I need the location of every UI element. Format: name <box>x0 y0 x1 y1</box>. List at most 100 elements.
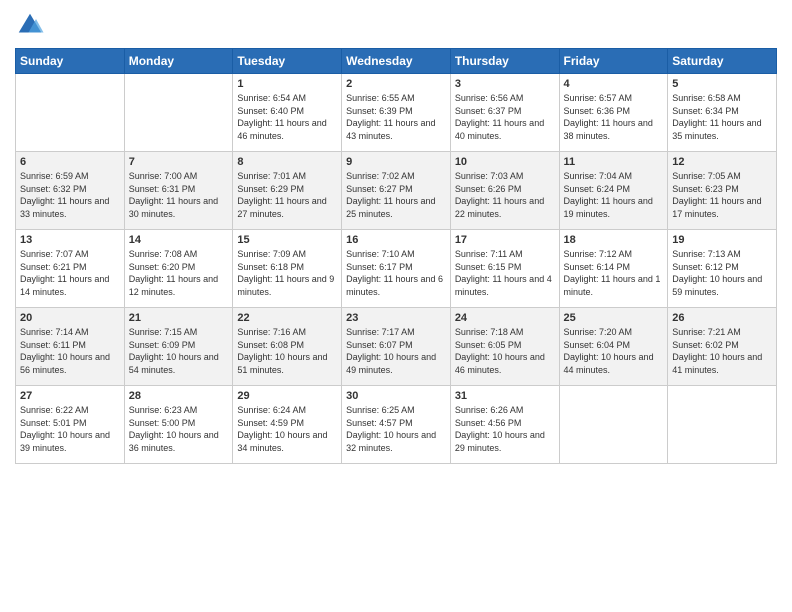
calendar-cell <box>559 386 668 464</box>
day-number: 18 <box>564 234 664 246</box>
calendar-week-row: 20 Sunrise: 7:14 AMSunset: 6:11 PMDayligh… <box>16 308 777 386</box>
calendar-cell: 16 Sunrise: 7:10 AMSunset: 6:17 PMDayligh… <box>342 230 451 308</box>
cell-content: Sunrise: 6:57 AMSunset: 6:36 PMDaylight:… <box>564 92 664 142</box>
day-number: 7 <box>129 156 229 168</box>
calendar-cell: 26Sunrise: 7:21 AMSunset: 6:02 PMDayligh… <box>668 308 777 386</box>
cell-content: Sunrise: 7:17 AMSunset: 6:07 PMDaylight:… <box>346 326 446 376</box>
day-number: 28 <box>129 390 229 402</box>
day-number: 20 <box>20 312 120 324</box>
weekday-header: Monday <box>124 49 233 74</box>
calendar-cell: 9 Sunrise: 7:02 AMSunset: 6:27 PMDaylight… <box>342 152 451 230</box>
cell-content: Sunrise: 6:54 AMSunset: 6:40 PMDaylight:… <box>237 92 337 142</box>
calendar-cell: 31 Sunrise: 6:26 AMSunset: 4:56 PMDayligh… <box>450 386 559 464</box>
cell-content: Sunrise: 7:10 AMSunset: 6:17 PMDaylight:… <box>346 248 446 298</box>
calendar-cell: 18 Sunrise: 7:12 AMSunset: 6:14 PMDayligh… <box>559 230 668 308</box>
cell-content: Sunrise: 7:12 AMSunset: 6:14 PMDaylight:… <box>564 248 664 298</box>
cell-content: Sunrise: 7:15 AMSunset: 6:09 PMDaylight:… <box>129 326 229 376</box>
day-number: 9 <box>346 156 446 168</box>
day-number: 29 <box>237 390 337 402</box>
cell-content: Sunrise: 7:16 AMSunset: 6:08 PMDaylight:… <box>237 326 337 376</box>
weekday-header-row: SundayMondayTuesdayWednesdayThursdayFrid… <box>16 49 777 74</box>
weekday-header: Saturday <box>668 49 777 74</box>
day-number: 16 <box>346 234 446 246</box>
cell-content: Sunrise: 6:24 AMSunset: 4:59 PMDaylight:… <box>237 404 337 454</box>
day-number: 14 <box>129 234 229 246</box>
day-number: 15 <box>237 234 337 246</box>
day-number: 30 <box>346 390 446 402</box>
day-number: 12 <box>672 156 772 168</box>
cell-content: Sunrise: 7:08 AMSunset: 6:20 PMDaylight:… <box>129 248 229 298</box>
calendar-cell: 22 Sunrise: 7:16 AMSunset: 6:08 PMDayligh… <box>233 308 342 386</box>
weekday-header: Friday <box>559 49 668 74</box>
logo <box>15 10 49 40</box>
cell-content: Sunrise: 7:04 AMSunset: 6:24 PMDaylight:… <box>564 170 664 220</box>
calendar-cell: 24Sunrise: 7:18 AMSunset: 6:05 PMDayligh… <box>450 308 559 386</box>
calendar-cell: 2Sunrise: 6:55 AMSunset: 6:39 PMDaylight… <box>342 74 451 152</box>
day-number: 10 <box>455 156 555 168</box>
page: SundayMondayTuesdayWednesdayThursdayFrid… <box>0 0 792 612</box>
cell-content: Sunrise: 6:26 AMSunset: 4:56 PMDaylight:… <box>455 404 555 454</box>
day-number: 31 <box>455 390 555 402</box>
calendar-cell: 29 Sunrise: 6:24 AMSunset: 4:59 PMDayligh… <box>233 386 342 464</box>
calendar: SundayMondayTuesdayWednesdayThursdayFrid… <box>15 48 777 464</box>
calendar-cell: 10Sunrise: 7:03 AMSunset: 6:26 PMDayligh… <box>450 152 559 230</box>
calendar-cell: 3 Sunrise: 6:56 AMSunset: 6:37 PMDaylight… <box>450 74 559 152</box>
calendar-cell: 30 Sunrise: 6:25 AMSunset: 4:57 PMDayligh… <box>342 386 451 464</box>
day-number: 22 <box>237 312 337 324</box>
day-number: 25 <box>564 312 664 324</box>
calendar-cell: 1 Sunrise: 6:54 AMSunset: 6:40 PMDaylight… <box>233 74 342 152</box>
day-number: 23 <box>346 312 446 324</box>
calendar-cell: 28Sunrise: 6:23 AMSunset: 5:00 PMDayligh… <box>124 386 233 464</box>
day-number: 6 <box>20 156 120 168</box>
cell-content: Sunrise: 7:13 AMSunset: 6:12 PMDaylight:… <box>672 248 772 298</box>
calendar-cell: 11 Sunrise: 7:04 AMSunset: 6:24 PMDayligh… <box>559 152 668 230</box>
calendar-cell <box>124 74 233 152</box>
day-number: 3 <box>455 78 555 90</box>
calendar-cell: 19 Sunrise: 7:13 AMSunset: 6:12 PMDayligh… <box>668 230 777 308</box>
day-number: 27 <box>20 390 120 402</box>
calendar-cell: 5Sunrise: 6:58 AMSunset: 6:34 PMDaylight… <box>668 74 777 152</box>
cell-content: Sunrise: 7:07 AMSunset: 6:21 PMDaylight:… <box>20 248 120 298</box>
calendar-cell: 27 Sunrise: 6:22 AMSunset: 5:01 PMDayligh… <box>16 386 125 464</box>
day-number: 11 <box>564 156 664 168</box>
day-number: 1 <box>237 78 337 90</box>
day-number: 21 <box>129 312 229 324</box>
day-number: 8 <box>237 156 337 168</box>
day-number: 19 <box>672 234 772 246</box>
calendar-cell: 6 Sunrise: 6:59 AMSunset: 6:32 PMDaylight… <box>16 152 125 230</box>
cell-content: Sunrise: 7:11 AMSunset: 6:15 PMDaylight:… <box>455 248 555 298</box>
weekday-header: Sunday <box>16 49 125 74</box>
cell-content: Sunrise: 7:05 AMSunset: 6:23 PMDaylight:… <box>672 170 772 220</box>
calendar-cell <box>16 74 125 152</box>
logo-icon <box>15 10 45 40</box>
calendar-cell <box>668 386 777 464</box>
cell-content: Sunrise: 6:59 AMSunset: 6:32 PMDaylight:… <box>20 170 120 220</box>
calendar-cell: 17 Sunrise: 7:11 AMSunset: 6:15 PMDayligh… <box>450 230 559 308</box>
day-number: 4 <box>564 78 664 90</box>
calendar-week-row: 1 Sunrise: 6:54 AMSunset: 6:40 PMDaylight… <box>16 74 777 152</box>
calendar-cell: 13 Sunrise: 7:07 AMSunset: 6:21 PMDayligh… <box>16 230 125 308</box>
calendar-cell: 21 Sunrise: 7:15 AMSunset: 6:09 PMDayligh… <box>124 308 233 386</box>
cell-content: Sunrise: 6:22 AMSunset: 5:01 PMDaylight:… <box>20 404 120 454</box>
calendar-cell: 14 Sunrise: 7:08 AMSunset: 6:20 PMDayligh… <box>124 230 233 308</box>
cell-content: Sunrise: 6:58 AMSunset: 6:34 PMDaylight:… <box>672 92 772 142</box>
header <box>15 10 777 40</box>
cell-content: Sunrise: 7:09 AMSunset: 6:18 PMDaylight:… <box>237 248 337 298</box>
calendar-week-row: 27 Sunrise: 6:22 AMSunset: 5:01 PMDayligh… <box>16 386 777 464</box>
cell-content: Sunrise: 7:02 AMSunset: 6:27 PMDaylight:… <box>346 170 446 220</box>
cell-content: Sunrise: 7:21 AMSunset: 6:02 PMDaylight:… <box>672 326 772 376</box>
cell-content: Sunrise: 7:14 AMSunset: 6:11 PMDaylight:… <box>20 326 120 376</box>
cell-content: Sunrise: 6:56 AMSunset: 6:37 PMDaylight:… <box>455 92 555 142</box>
calendar-cell: 12 Sunrise: 7:05 AMSunset: 6:23 PMDayligh… <box>668 152 777 230</box>
weekday-header: Wednesday <box>342 49 451 74</box>
cell-content: Sunrise: 6:55 AMSunset: 6:39 PMDaylight:… <box>346 92 446 142</box>
calendar-cell: 25 Sunrise: 7:20 AMSunset: 6:04 PMDayligh… <box>559 308 668 386</box>
calendar-cell: 20 Sunrise: 7:14 AMSunset: 6:11 PMDayligh… <box>16 308 125 386</box>
day-number: 17 <box>455 234 555 246</box>
cell-content: Sunrise: 7:01 AMSunset: 6:29 PMDaylight:… <box>237 170 337 220</box>
calendar-cell: 7Sunrise: 7:00 AMSunset: 6:31 PMDaylight… <box>124 152 233 230</box>
cell-content: Sunrise: 7:20 AMSunset: 6:04 PMDaylight:… <box>564 326 664 376</box>
cell-content: Sunrise: 6:25 AMSunset: 4:57 PMDaylight:… <box>346 404 446 454</box>
calendar-cell: 4 Sunrise: 6:57 AMSunset: 6:36 PMDaylight… <box>559 74 668 152</box>
day-number: 13 <box>20 234 120 246</box>
